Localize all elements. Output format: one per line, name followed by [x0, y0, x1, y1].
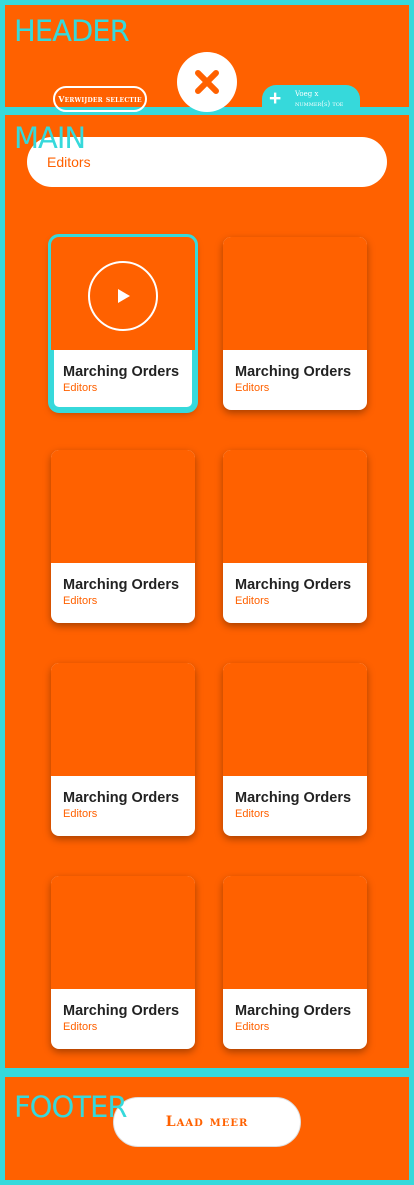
- add-tracks-line1: Voeg x: [295, 90, 319, 98]
- close-button[interactable]: [177, 52, 237, 112]
- track-thumbnail: [51, 237, 195, 350]
- header-label: HEADER: [14, 14, 130, 48]
- track-title: Marching Orders: [63, 790, 180, 806]
- track-card[interactable]: Marching Orders Editors: [223, 237, 367, 410]
- track-card[interactable]: Marching Orders Editors: [223, 450, 367, 623]
- add-tracks-line2: nummer(s) toe: [295, 100, 344, 108]
- track-card[interactable]: Marching Orders Editors: [51, 663, 195, 836]
- track-card[interactable]: Marching Orders Editors: [48, 234, 198, 413]
- track-artist: Editors: [235, 808, 270, 820]
- main-section: MAIN Editors Marching Orders Editors Mar…: [5, 115, 409, 1068]
- footer-label: FOOTER: [14, 1090, 128, 1124]
- track-card[interactable]: Marching Orders Editors: [51, 450, 195, 623]
- add-tracks-button[interactable]: + Voeg x nummer(s) toe: [262, 85, 360, 112]
- track-thumbnail: [223, 876, 367, 989]
- search-value: Editors: [47, 154, 91, 170]
- track-artist: Editors: [63, 595, 98, 607]
- track-thumbnail: [223, 237, 367, 350]
- footer-section: FOOTER Laad meer: [5, 1077, 409, 1180]
- track-title: Marching Orders: [63, 1003, 180, 1019]
- track-card[interactable]: Marching Orders Editors: [223, 876, 367, 1049]
- track-thumbnail: [223, 450, 367, 563]
- track-title: Marching Orders: [235, 577, 352, 593]
- track-artist: Editors: [235, 382, 270, 394]
- track-artist: Editors: [235, 1021, 270, 1033]
- remove-selection-button[interactable]: Verwijder selectie: [53, 86, 147, 112]
- track-thumbnail: [51, 876, 195, 989]
- track-title: Marching Orders: [235, 364, 352, 380]
- track-artist: Editors: [63, 808, 98, 820]
- load-more-label: Laad meer: [165, 1114, 249, 1130]
- track-title: Marching Orders: [235, 1003, 352, 1019]
- track-card[interactable]: Marching Orders Editors: [223, 663, 367, 836]
- close-icon: [195, 70, 219, 94]
- track-thumbnail: [51, 663, 195, 776]
- track-card[interactable]: Marching Orders Editors: [51, 876, 195, 1049]
- remove-selection-label: Verwijder selectie: [58, 94, 142, 104]
- header-section: HEADER Verwijder selectie + Voeg x numme…: [5, 5, 409, 112]
- plus-icon: +: [269, 87, 282, 110]
- main-label: MAIN: [14, 121, 86, 155]
- play-icon[interactable]: [88, 261, 158, 331]
- track-title: Marching Orders: [235, 790, 352, 806]
- track-artist: Editors: [235, 595, 270, 607]
- track-artist: Editors: [63, 382, 98, 394]
- track-thumbnail: [223, 663, 367, 776]
- track-thumbnail: [51, 450, 195, 563]
- track-artist: Editors: [63, 1021, 98, 1033]
- track-title: Marching Orders: [63, 364, 180, 380]
- load-more-button[interactable]: Laad meer: [113, 1097, 301, 1147]
- track-title: Marching Orders: [63, 577, 180, 593]
- add-tracks-label: Voeg x nummer(s) toe: [295, 89, 343, 109]
